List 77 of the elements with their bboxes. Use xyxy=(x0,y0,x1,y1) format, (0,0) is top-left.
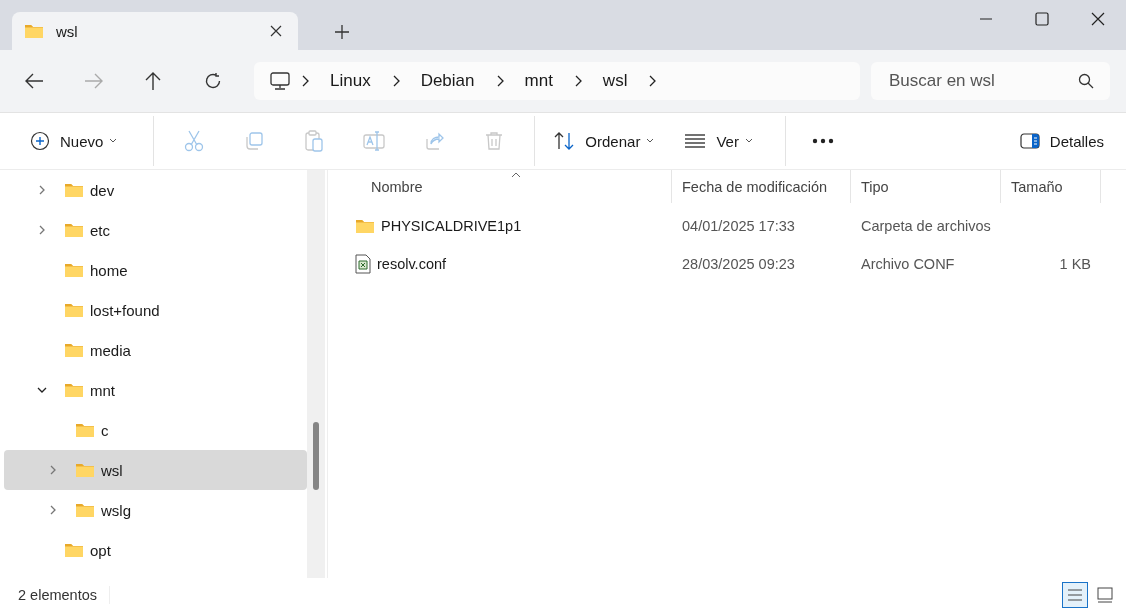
copy-icon xyxy=(244,131,265,151)
back-icon[interactable] xyxy=(24,72,44,90)
tree-item[interactable]: etc xyxy=(4,210,307,250)
breadcrumb-item[interactable]: Linux xyxy=(320,71,381,91)
tree-item[interactable]: mnt xyxy=(4,370,307,410)
folder-icon xyxy=(64,182,84,198)
chevron-right-icon[interactable] xyxy=(300,74,310,88)
sort-icon xyxy=(553,131,576,151)
size-cell: 1 KB xyxy=(1059,256,1091,272)
address-bar[interactable]: Linux Debian mnt wsl xyxy=(254,62,860,100)
details-pane-icon xyxy=(1019,133,1040,149)
toolbar-menu-button[interactable]: Ver xyxy=(676,121,761,161)
more-icon xyxy=(811,138,834,144)
folder-icon xyxy=(75,502,95,518)
folder-icon xyxy=(64,262,84,278)
folder-icon xyxy=(64,222,84,238)
caret-icon xyxy=(109,138,118,144)
folder-icon xyxy=(64,302,84,318)
tiles-view-icon xyxy=(1097,586,1113,603)
item-count: 2 elementos xyxy=(18,586,97,603)
column-header[interactable]: Fecha de modificación xyxy=(672,170,851,203)
clipboard-icon xyxy=(304,130,325,152)
tree-item[interactable]: opt xyxy=(4,530,307,570)
file-name[interactable]: resolv.conf xyxy=(355,254,447,274)
column-header[interactable]: Nombre xyxy=(345,170,672,203)
scissors-icon xyxy=(184,130,205,152)
tree-item[interactable]: c xyxy=(4,410,307,450)
folder-icon xyxy=(24,23,44,39)
toolbar-menu-button[interactable]: Nuevo xyxy=(22,121,126,161)
toolbar-menu-button[interactable]: Ordenar xyxy=(545,121,663,161)
folder-icon xyxy=(64,382,84,398)
config-file-icon xyxy=(355,254,371,274)
sort-caret-icon xyxy=(511,172,521,178)
folder-icon xyxy=(75,422,95,438)
scrollbar-thumb[interactable] xyxy=(313,422,319,490)
tab-title: wsl xyxy=(56,22,79,40)
type-cell: Archivo CONF xyxy=(861,256,955,272)
share-icon xyxy=(424,131,445,151)
tree-item[interactable]: wsl xyxy=(4,450,307,490)
plus-icon xyxy=(30,131,50,151)
trash-icon xyxy=(485,131,504,151)
breadcrumb-item[interactable]: Debian xyxy=(410,71,485,91)
details-button[interactable]: Detalles xyxy=(1011,121,1112,161)
tree-item[interactable]: media xyxy=(4,330,307,370)
maximize-icon[interactable] xyxy=(1035,12,1049,26)
chevron-right-icon[interactable] xyxy=(647,74,658,88)
breadcrumb-item[interactable]: mnt xyxy=(514,71,563,91)
date-cell: 28/03/2025 09:23 xyxy=(682,256,795,272)
view-toggle[interactable] xyxy=(1062,581,1088,608)
column-header[interactable]: Tamaño xyxy=(1001,170,1101,203)
tree-item[interactable]: home xyxy=(4,250,307,290)
refresh-icon[interactable] xyxy=(204,72,222,90)
folder-icon xyxy=(64,542,84,558)
list-view-icon xyxy=(684,133,707,149)
tree-item[interactable]: wslg xyxy=(4,490,307,530)
file-name[interactable]: PHYSICALDRIVE1p1 xyxy=(355,218,522,234)
rename-icon xyxy=(363,131,386,151)
folder-icon xyxy=(64,342,84,358)
search-icon xyxy=(1078,73,1094,89)
folder-icon xyxy=(355,218,375,234)
tab[interactable]: wsl xyxy=(12,12,298,50)
tree-item[interactable]: lost+found xyxy=(4,290,307,330)
up-icon[interactable] xyxy=(144,71,162,91)
monitor-icon xyxy=(270,72,290,90)
details-view-icon xyxy=(1068,588,1082,601)
caret-icon xyxy=(744,138,753,144)
close-icon[interactable] xyxy=(1091,12,1105,26)
tree-item[interactable]: dev xyxy=(4,170,307,210)
type-cell: Carpeta de archivos xyxy=(861,218,991,234)
search-field[interactable]: Buscar en wsl xyxy=(871,62,1110,100)
caret-icon xyxy=(646,138,655,144)
scrollbar[interactable] xyxy=(307,170,325,578)
column-header[interactable]: Tipo xyxy=(851,170,1001,203)
date-cell: 04/01/2025 17:33 xyxy=(682,218,795,234)
folder-icon xyxy=(75,462,95,478)
breadcrumb-item[interactable]: wsl xyxy=(592,71,638,91)
new-tab-icon[interactable] xyxy=(334,24,350,40)
